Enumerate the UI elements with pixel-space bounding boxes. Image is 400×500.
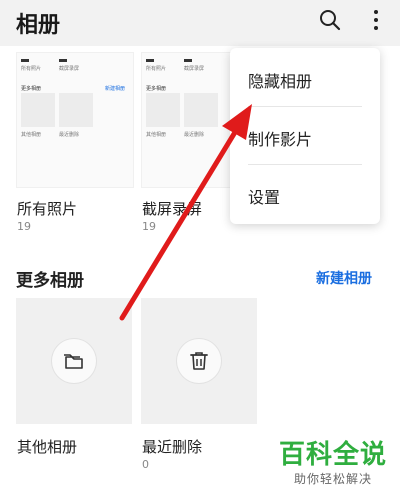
watermark-logo: 百科全说 助你轻松解决: [276, 440, 390, 487]
watermark-title: 百科全说: [278, 440, 387, 470]
watermark-subtitle: 助你轻松解决: [293, 472, 372, 486]
annotation-arrow-icon: [119, 104, 252, 321]
